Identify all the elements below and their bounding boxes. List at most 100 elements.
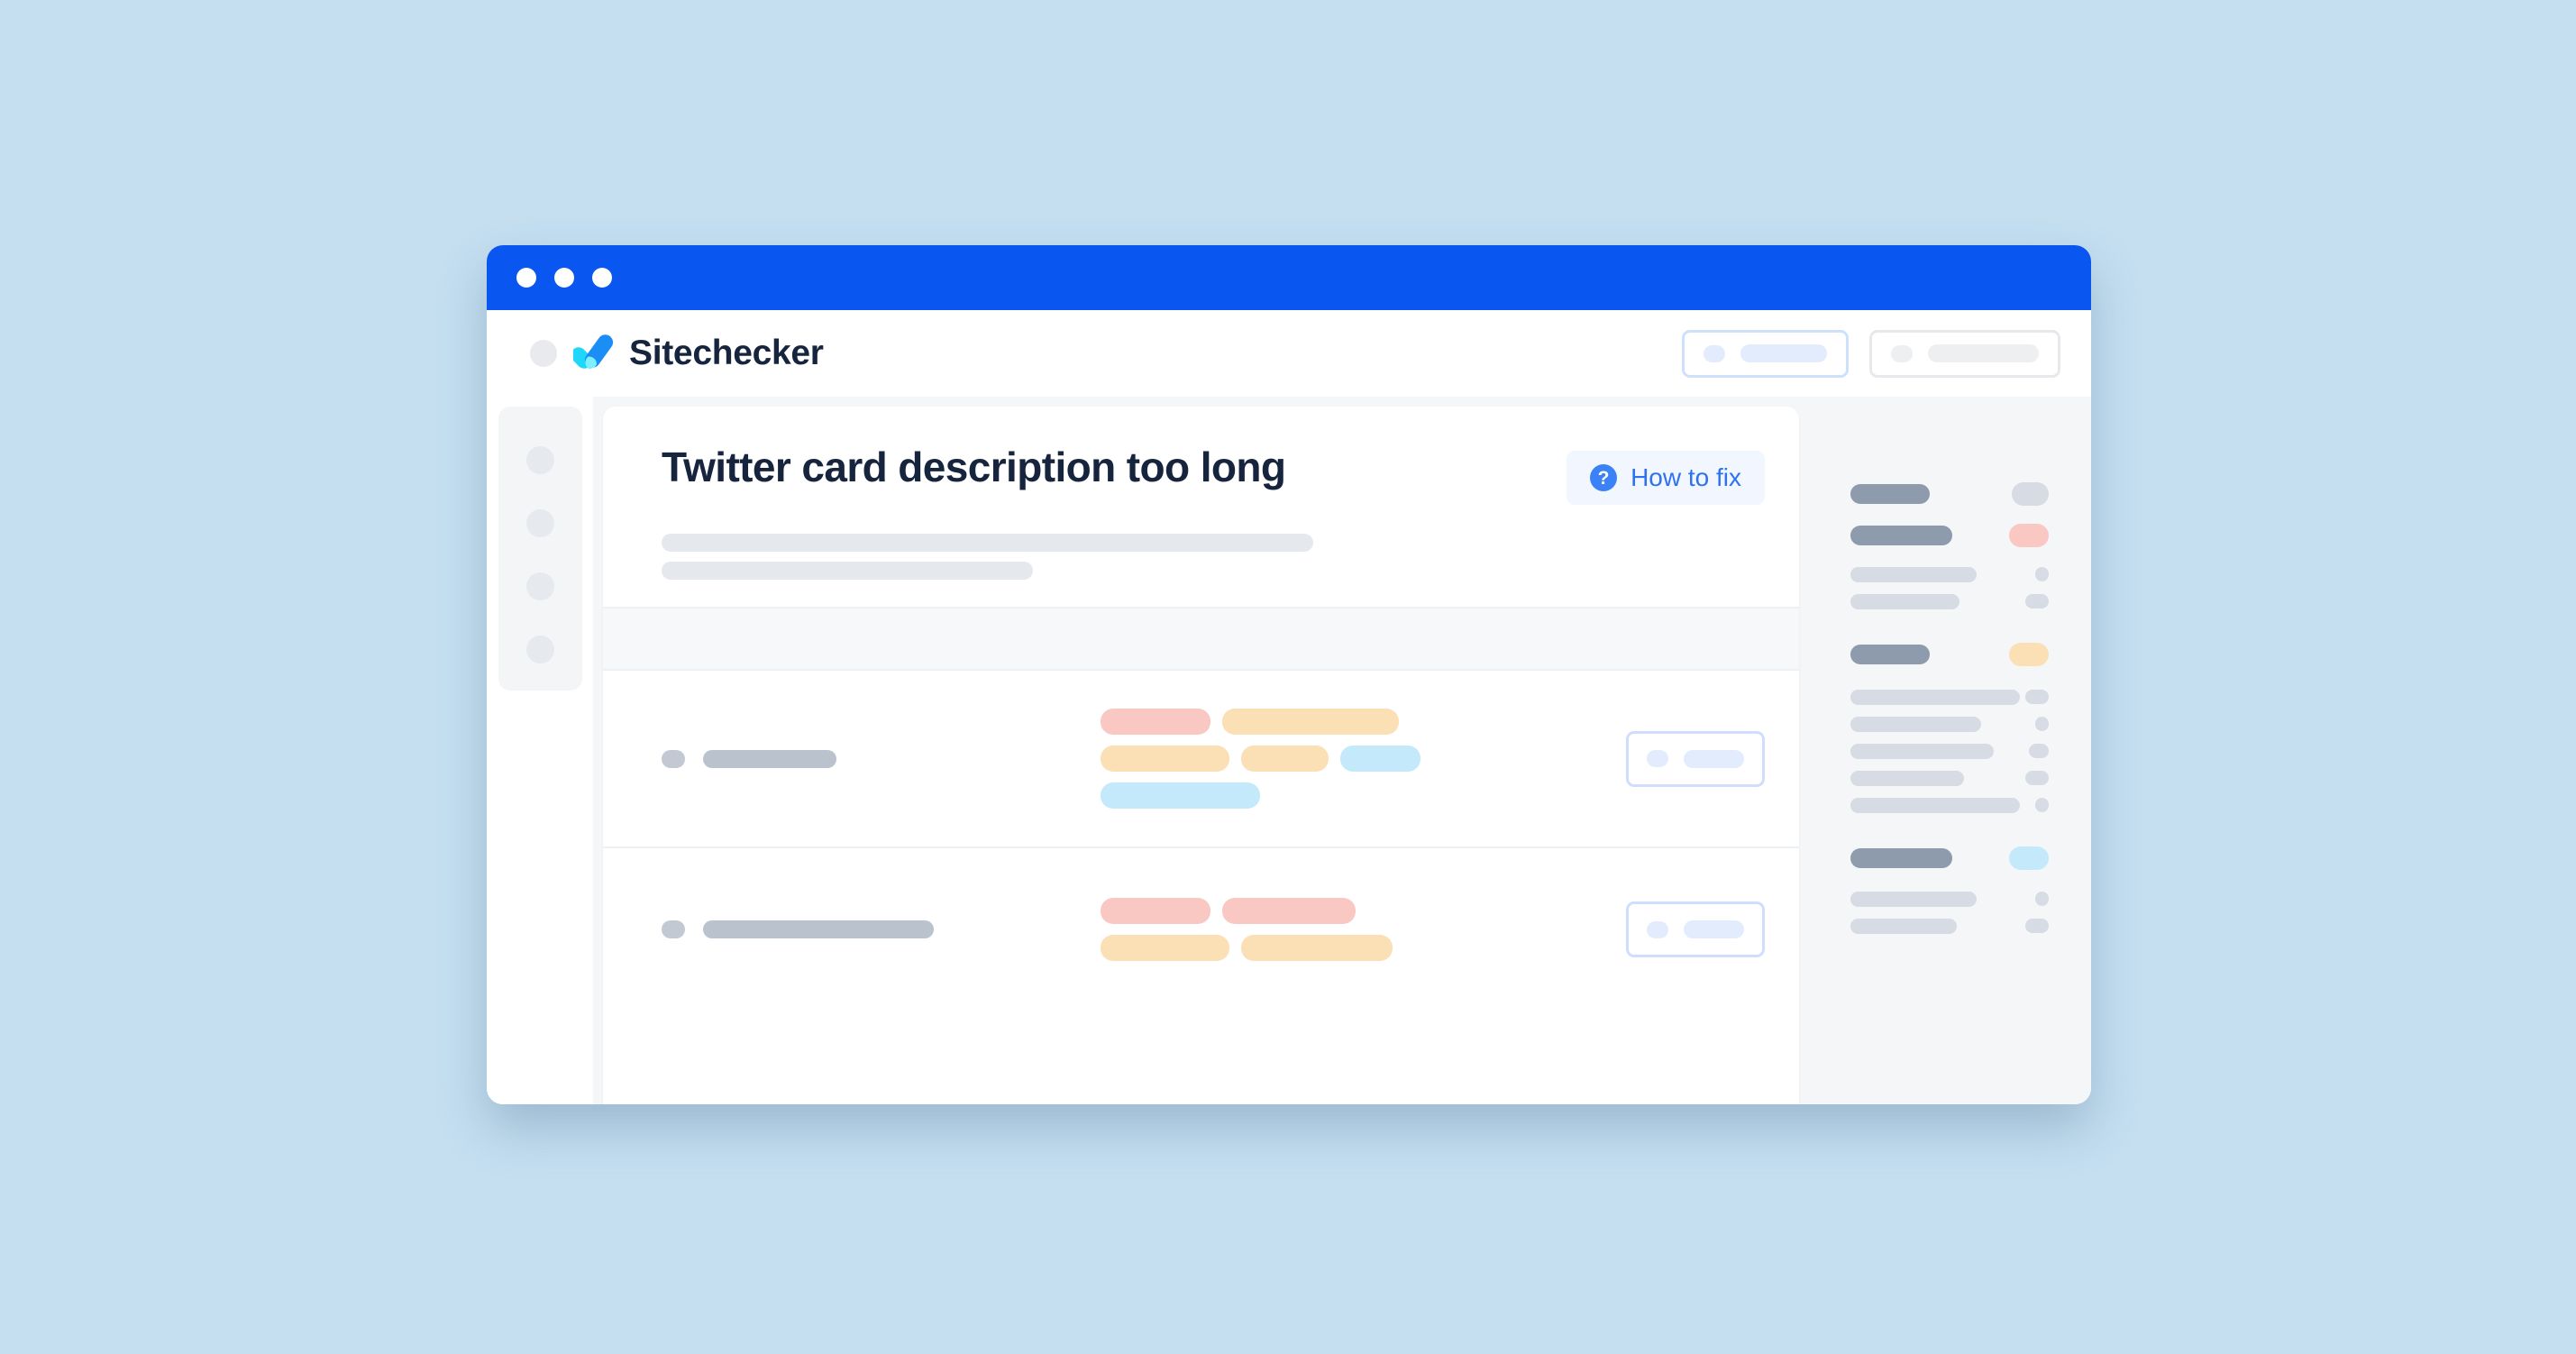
issue-row-2-cells bbox=[1101, 898, 1626, 961]
right-subitem[interactable] bbox=[1850, 566, 2049, 582]
tag-pill bbox=[1241, 746, 1329, 772]
subitem-count-badge bbox=[2029, 744, 2049, 758]
description-line-1 bbox=[662, 534, 1313, 552]
right-group-3-header bbox=[1850, 643, 2049, 666]
row-checkbox-icon[interactable] bbox=[662, 920, 685, 938]
tag-pill bbox=[1101, 709, 1210, 735]
brand-name: Sitechecker bbox=[629, 334, 824, 372]
subitem-count-badge bbox=[2025, 594, 2049, 608]
row-action-1-label-placeholder bbox=[1684, 749, 1744, 768]
description-placeholder bbox=[662, 534, 1765, 580]
cell-line bbox=[1101, 782, 1260, 809]
right-subitem[interactable] bbox=[1850, 918, 2049, 934]
subitem-label-placeholder bbox=[1850, 566, 1977, 582]
hamburger-icon bbox=[530, 340, 557, 367]
right-group-2-header bbox=[1850, 524, 2049, 547]
tag-pill bbox=[1241, 935, 1393, 961]
issue-card: Twitter card description too long ? How … bbox=[603, 407, 1799, 1104]
header-action-secondary-icon bbox=[1891, 344, 1913, 362]
tag-pill bbox=[1101, 746, 1229, 772]
right-group-3[interactable] bbox=[1850, 643, 2049, 813]
tag-pill bbox=[1222, 709, 1399, 735]
tag-pill bbox=[1222, 898, 1356, 924]
rail-item-3[interactable] bbox=[525, 572, 554, 600]
left-sidebar-panel bbox=[498, 407, 582, 691]
right-group-1[interactable] bbox=[1850, 482, 2049, 506]
right-subitem[interactable] bbox=[1850, 891, 2049, 907]
row-action-2-icon bbox=[1647, 920, 1668, 938]
subitem-label-placeholder bbox=[1850, 593, 1959, 609]
subitem-label-placeholder bbox=[1850, 918, 1957, 934]
app-header: Sitechecker bbox=[487, 310, 2091, 397]
subitem-label-placeholder bbox=[1850, 743, 1994, 759]
window-maximize-dot[interactable] bbox=[592, 268, 612, 288]
question-mark-icon: ? bbox=[1590, 464, 1618, 491]
page-title: Twitter card description too long bbox=[662, 444, 1286, 490]
status-badge bbox=[2009, 643, 2049, 666]
app-body: Twitter card description too long ? How … bbox=[487, 397, 2091, 1104]
browser-titlebar bbox=[487, 245, 2091, 310]
subitem-count-badge bbox=[2035, 717, 2049, 731]
right-subitem[interactable] bbox=[1850, 770, 2049, 786]
subitem-label-placeholder bbox=[1850, 797, 2020, 813]
right-subitem[interactable] bbox=[1850, 797, 2049, 813]
right-group-1-header bbox=[1850, 482, 2049, 506]
subitem-count-badge bbox=[2035, 567, 2049, 581]
right-subitem[interactable] bbox=[1850, 593, 2049, 609]
issue-row-2-label bbox=[662, 920, 1101, 938]
rail-item-4[interactable] bbox=[525, 636, 554, 663]
right-sidebar bbox=[1809, 397, 2091, 1104]
rail-item-1[interactable] bbox=[525, 446, 554, 474]
menu-toggle-button[interactable] bbox=[514, 340, 573, 367]
issue-card-header-top: Twitter card description too long ? How … bbox=[662, 445, 1765, 505]
issue-row-2[interactable] bbox=[603, 848, 1799, 1011]
subitem-count-badge bbox=[2025, 771, 2049, 785]
right-group-4-header bbox=[1850, 846, 2049, 870]
issue-table-header bbox=[603, 607, 1799, 671]
row-action-2[interactable] bbox=[1626, 901, 1765, 957]
status-badge bbox=[2009, 524, 2049, 547]
header-action-secondary[interactable] bbox=[1869, 329, 2060, 378]
cell-line bbox=[1101, 935, 1393, 961]
header-action-primary[interactable] bbox=[1682, 329, 1849, 378]
right-subitem[interactable] bbox=[1850, 716, 2049, 732]
row-action-1[interactable] bbox=[1626, 730, 1765, 787]
row-label-placeholder bbox=[703, 749, 836, 768]
header-action-primary-label-placeholder bbox=[1740, 344, 1827, 362]
window-minimize-dot[interactable] bbox=[554, 268, 574, 288]
left-sidebar bbox=[487, 397, 593, 1104]
right-group-2[interactable] bbox=[1850, 524, 2049, 609]
window-close-dot[interactable] bbox=[516, 268, 536, 288]
browser-window: Sitechecker Twitter card description too… bbox=[487, 245, 2091, 1104]
right-subitem[interactable] bbox=[1850, 743, 2049, 759]
sitechecker-check-logo bbox=[571, 334, 615, 374]
subitem-label-placeholder bbox=[1850, 689, 2020, 705]
tag-pill bbox=[1101, 898, 1210, 924]
row-checkbox-icon[interactable] bbox=[662, 749, 685, 768]
subitem-count-badge bbox=[2025, 690, 2049, 704]
how-to-fix-button[interactable]: ? How to fix bbox=[1567, 451, 1765, 505]
header-actions bbox=[1682, 329, 2060, 378]
subitem-label-placeholder bbox=[1850, 891, 1977, 907]
tag-pill bbox=[1340, 746, 1420, 772]
group-label-placeholder bbox=[1850, 526, 1952, 545]
tag-pill bbox=[1101, 782, 1260, 809]
how-to-fix-label: How to fix bbox=[1631, 463, 1741, 491]
rail-item-2[interactable] bbox=[525, 509, 554, 537]
issue-row-1-cells bbox=[1101, 709, 1626, 809]
subitem-count-badge bbox=[2025, 919, 2049, 933]
subitem-label-placeholder bbox=[1850, 716, 1981, 732]
brand[interactable]: Sitechecker bbox=[571, 334, 824, 374]
group-label-placeholder bbox=[1850, 848, 1952, 868]
right-subitem[interactable] bbox=[1850, 689, 2049, 705]
issue-row-1[interactable] bbox=[603, 671, 1799, 848]
subitem-count-badge bbox=[2035, 892, 2049, 906]
tag-pill bbox=[1101, 935, 1229, 961]
issue-card-header: Twitter card description too long ? How … bbox=[603, 407, 1799, 607]
right-group-4[interactable] bbox=[1850, 846, 2049, 934]
main-content: Twitter card description too long ? How … bbox=[593, 397, 1809, 1104]
header-action-primary-icon bbox=[1704, 344, 1725, 362]
description-line-2 bbox=[662, 562, 1033, 580]
status-badge bbox=[2012, 482, 2049, 506]
header-action-secondary-label-placeholder bbox=[1928, 344, 2039, 362]
